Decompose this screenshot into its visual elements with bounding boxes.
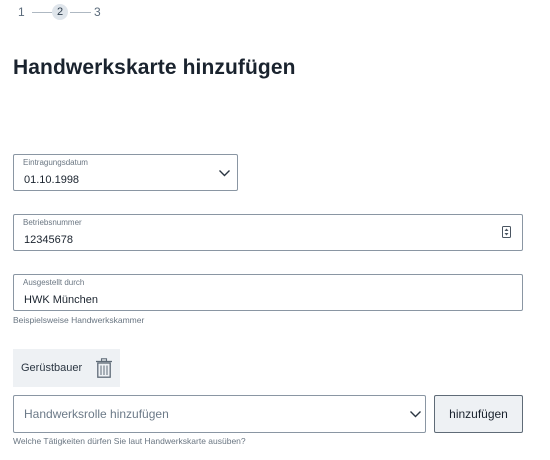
issued-by-field[interactable]: Ausgestellt durch HWK München: [13, 274, 523, 311]
chevron-down-icon: [410, 411, 421, 418]
page-title: Handwerkskarte hinzufügen: [13, 56, 296, 79]
step-1[interactable]: 1: [18, 5, 25, 19]
business-number-field[interactable]: Betriebsnummer 12345678: [13, 214, 523, 251]
role-chip-label: Gerüstbauer: [21, 362, 83, 374]
date-value: 01.10.1998: [24, 174, 80, 186]
step-3[interactable]: 3: [94, 5, 101, 19]
step-connector: [70, 12, 91, 13]
issued-by-helper: Beispielsweise Handwerkskammer: [13, 315, 145, 325]
roles-helper: Welche Tätigkeiten dürfen Sie laut Handw…: [13, 436, 246, 446]
business-number-label: Betriebsnummer: [23, 218, 82, 227]
stepper: 1 2 3: [0, 0, 140, 24]
number-stepper-icon[interactable]: [502, 226, 511, 238]
trash-icon[interactable]: [95, 358, 113, 378]
add-role-button[interactable]: hinzufügen: [434, 395, 523, 433]
step-connector: [32, 12, 52, 13]
issued-by-label: Ausgestellt durch: [23, 278, 85, 287]
date-label: Eintragungsdatum: [23, 158, 88, 167]
issued-by-value: HWK München: [24, 294, 98, 306]
role-select-placeholder: Handwerksrolle hinzufügen: [24, 407, 169, 421]
role-chip: Gerüstbauer: [13, 349, 120, 387]
chevron-down-icon: [219, 170, 230, 177]
step-2-active[interactable]: 2: [52, 4, 68, 20]
role-select[interactable]: Handwerksrolle hinzufügen: [13, 395, 426, 433]
business-number-value: 12345678: [24, 234, 73, 246]
date-select[interactable]: Eintragungsdatum 01.10.1998: [13, 154, 238, 191]
